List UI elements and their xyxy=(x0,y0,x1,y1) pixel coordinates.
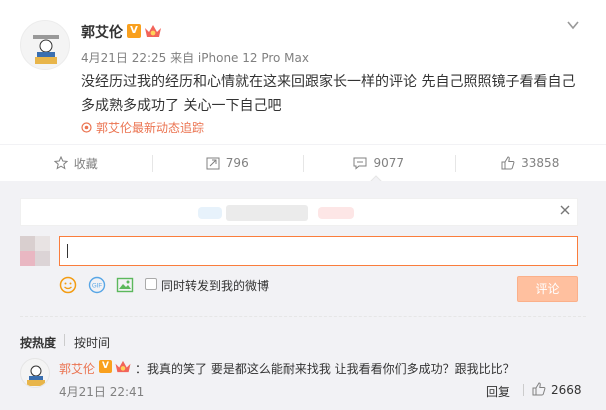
comment-action-separator xyxy=(523,384,524,396)
comment-icon xyxy=(353,157,367,170)
like-button[interactable]: 33858 xyxy=(454,145,606,181)
weibo-post-card: 郭艾伦 V 4月21日 22:25 来自 iPhone 12 Pro Max 没… xyxy=(0,0,606,410)
vip-crown-icon xyxy=(145,25,161,37)
like-count: 33858 xyxy=(521,156,560,170)
comment-text: ：我真的笑了 要是都这么能耐来找我 让我看看你们多成功？跟我比比？ xyxy=(135,362,515,376)
author-name[interactable]: 郭艾伦 xyxy=(81,22,123,42)
sort-by-time-tab[interactable]: 按时间 xyxy=(74,334,110,351)
text-cursor xyxy=(67,244,68,258)
reply-button[interactable]: 回复 xyxy=(486,383,510,400)
vip-crown-icon xyxy=(115,360,131,373)
avatar-figure-icon xyxy=(33,35,59,64)
comment-count: 9077 xyxy=(373,156,405,170)
star-icon xyxy=(53,156,68,170)
close-icon[interactable] xyxy=(559,204,571,216)
comment-like-count: 2668 xyxy=(551,383,582,397)
notice-blurred-content xyxy=(318,207,354,219)
current-user-avatar[interactable] xyxy=(20,236,50,266)
divider xyxy=(20,316,586,317)
verified-badge-icon: V xyxy=(99,360,112,373)
comment-input[interactable] xyxy=(59,236,578,266)
notice-blurred-content xyxy=(226,205,308,221)
sort-by-hot-tab[interactable]: 按热度 xyxy=(20,334,56,351)
comment-author-avatar[interactable] xyxy=(20,358,50,388)
emoji-icon[interactable] xyxy=(59,276,77,294)
image-icon[interactable] xyxy=(116,276,134,294)
post-text: 没经历过我的经历和心情就在这来回跟家长一样的评论 先自己照照镜子看看自己多成熟多… xyxy=(81,74,576,114)
submit-comment-button[interactable]: 评论 xyxy=(517,276,578,302)
tracking-label: 郭艾伦最新动态追踪 xyxy=(96,121,205,135)
notice-blurred-content xyxy=(198,207,222,219)
repost-button[interactable]: 796 xyxy=(151,145,304,181)
tracking-icon xyxy=(81,122,92,133)
comment-time: 4月21日 22:41 xyxy=(59,385,145,399)
repost-checkbox-label[interactable]: 同时转发到我的微博 xyxy=(161,277,269,294)
favorite-label: 收藏 xyxy=(73,156,98,171)
tracking-link[interactable]: 郭艾伦最新动态追踪 xyxy=(81,119,204,136)
thumbs-up-icon[interactable] xyxy=(532,382,546,396)
post-meta: 4月21日 22:25 来自 iPhone 12 Pro Max xyxy=(81,51,309,65)
comment-author-name[interactable]: 郭艾伦 xyxy=(59,360,95,377)
sort-separator xyxy=(64,334,65,346)
chevron-down-icon[interactable] xyxy=(566,18,580,32)
repost-icon xyxy=(206,157,220,170)
verified-badge-icon: V xyxy=(127,24,141,38)
gif-icon[interactable]: GIF xyxy=(88,276,106,294)
action-bar: 收藏 796 9077 33858 xyxy=(0,144,606,183)
svg-text:GIF: GIF xyxy=(92,284,102,290)
author-avatar[interactable] xyxy=(20,20,70,70)
repost-count: 796 xyxy=(225,156,249,170)
repost-checkbox[interactable] xyxy=(145,278,157,290)
thumbs-up-icon xyxy=(501,156,515,170)
favorite-button[interactable]: 收藏 xyxy=(0,145,152,181)
